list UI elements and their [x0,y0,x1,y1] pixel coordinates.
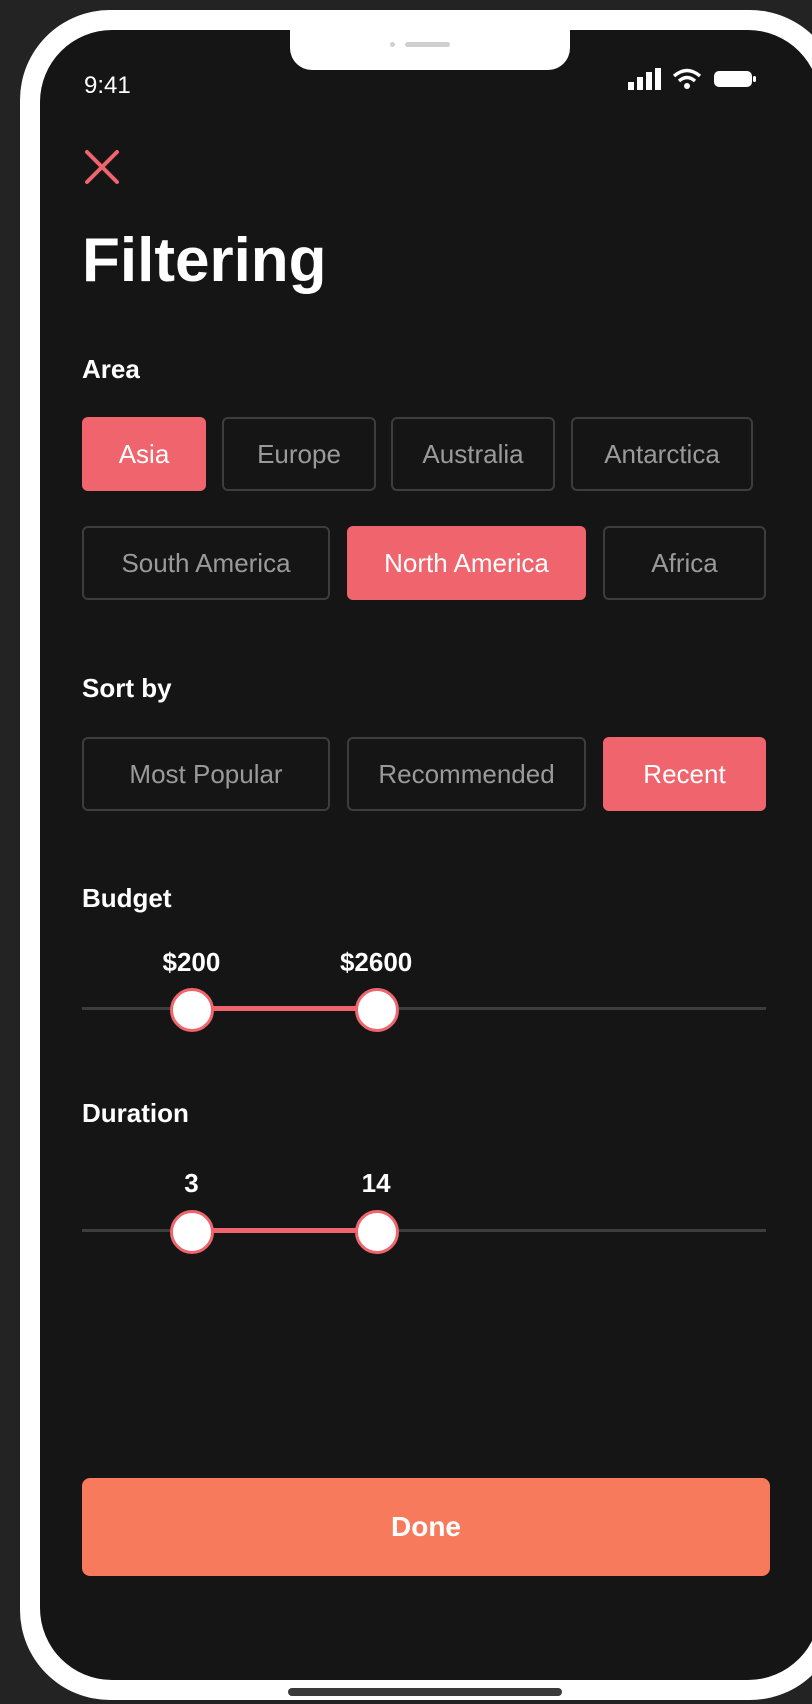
home-indicator [288,1688,562,1696]
area-option-south-america[interactable]: South America [82,526,330,600]
area-option-north-america[interactable]: North America [347,526,586,600]
signal-icon [628,68,661,90]
sort-option-recommended[interactable]: Recommended [347,737,586,811]
duration-label: Duration [82,1098,189,1128]
done-button[interactable]: Done [82,1478,770,1576]
area-option-antarctica[interactable]: Antarctica [571,417,753,491]
area-option-asia[interactable]: Asia [82,417,206,491]
budget-label: Budget [82,883,172,913]
status-time: 9:41 [84,72,131,99]
camera [390,42,395,47]
duration-max-thumb[interactable] [355,1210,400,1254]
close-icon[interactable] [80,145,124,189]
budget-min-thumb[interactable] [170,988,215,1032]
budget-max-value: $2600 [339,947,413,977]
sort-option-recent[interactable]: Recent [603,737,766,811]
budget-min-value: $200 [162,947,221,977]
duration-slider-range [191,1228,377,1233]
budget-slider[interactable] [82,988,766,1032]
duration-max-value: 14 [361,1168,391,1198]
budget-max-thumb[interactable] [355,988,400,1032]
area-option-europe[interactable]: Europe [222,417,376,491]
sort-option-most-popular[interactable]: Most Popular [82,737,330,811]
status-icons [628,68,758,90]
duration-min-value: 3 [184,1168,199,1198]
area-option-australia[interactable]: Australia [391,417,555,491]
page-title: Filtering [82,226,327,295]
duration-min-thumb[interactable] [170,1210,215,1254]
area-label: Area [82,354,140,384]
battery-icon [714,71,756,87]
area-option-africa[interactable]: Africa [603,526,766,600]
speaker [405,42,450,47]
duration-slider[interactable] [82,1210,766,1254]
budget-slider-range [191,1006,377,1011]
sort-by-label: Sort by [82,673,172,703]
notch [290,30,570,70]
wifi-icon [672,68,702,89]
